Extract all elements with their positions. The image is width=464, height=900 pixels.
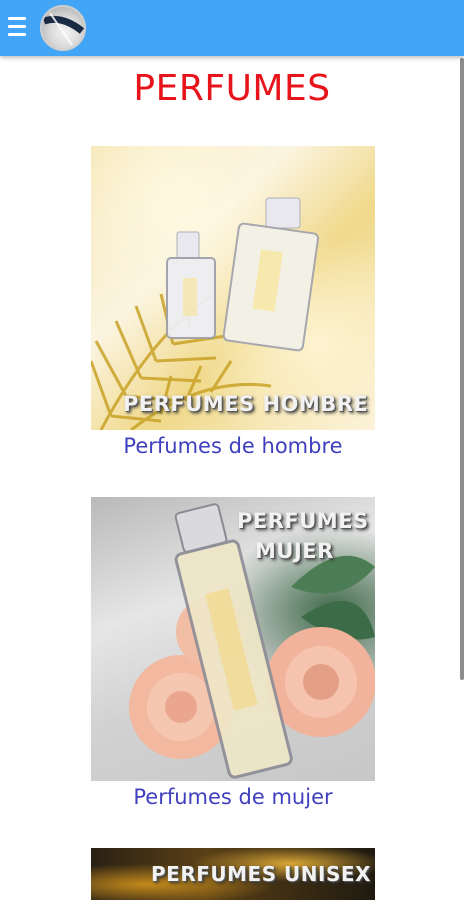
category-link-men[interactable]: Perfumes de hombre <box>91 434 375 458</box>
image-overlay-title: PERFUMES UNISEX <box>151 862 371 886</box>
app-header <box>0 0 464 56</box>
category-link-women[interactable]: Perfumes de mujer <box>91 785 375 809</box>
unisex-perfume-image[interactable]: PERFUMES UNISEX <box>91 848 375 900</box>
scrollbar[interactable] <box>460 58 464 680</box>
men-perfume-image[interactable]: PERFUMES HOMBRE <box>91 146 375 430</box>
image-overlay-title: PERFUMES HOMBRE <box>123 392 369 416</box>
image-overlay-title-line1: PERFUMES <box>237 509 369 533</box>
category-card-men[interactable]: PERFUMES HOMBRE Perfumes de hombre <box>91 146 375 458</box>
hamburger-menu-icon[interactable] <box>8 17 26 39</box>
category-card-unisex[interactable]: PERFUMES UNISEX <box>91 848 375 900</box>
category-card-women[interactable]: PERFUMES MUJER Perfumes de mujer <box>91 497 375 809</box>
page-title: PERFUMES <box>133 68 331 109</box>
image-overlay-title-line2: MUJER <box>255 539 334 563</box>
women-perfume-image[interactable]: PERFUMES MUJER <box>91 497 375 781</box>
brand-logo-icon[interactable] <box>40 5 86 51</box>
